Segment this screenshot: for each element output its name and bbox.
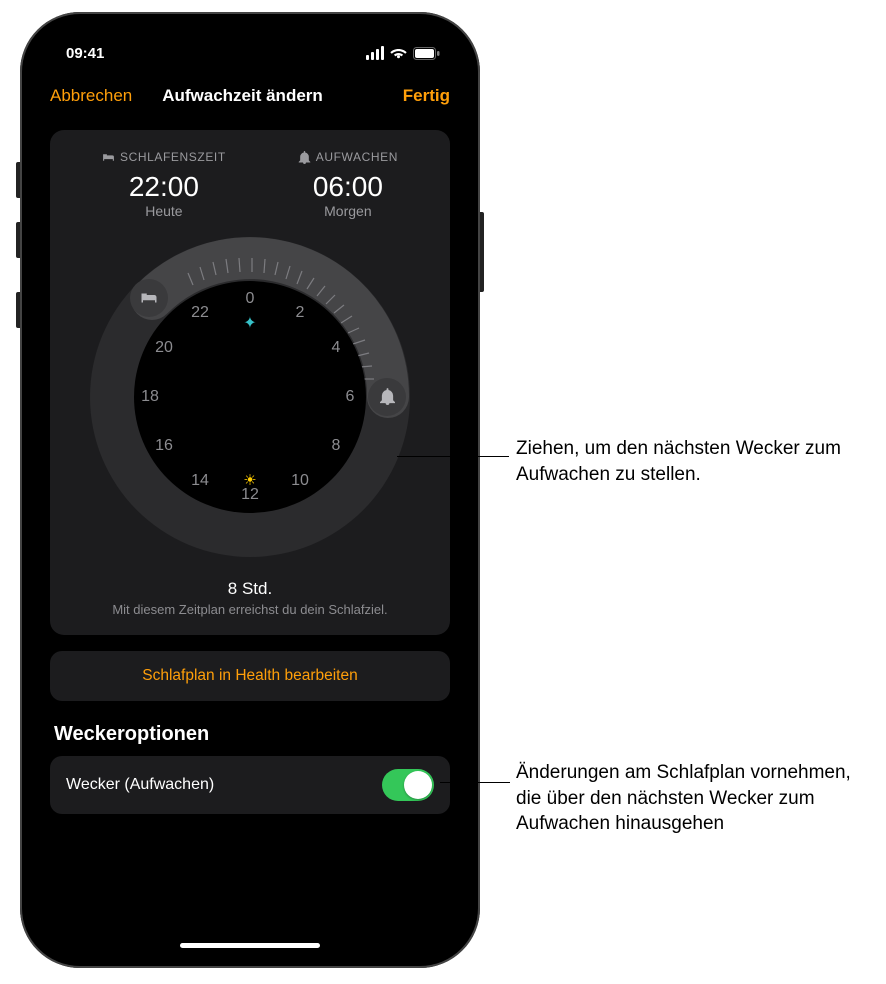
- hour-14: 14: [185, 472, 215, 490]
- status-time: 09:41: [66, 45, 104, 62]
- screen: 09:41 Abbrechen Aufwachzeit ändern Ferti…: [32, 24, 468, 956]
- schedule-card: SCHLAFENSZEIT 22:00 Heute AUFWACHEN 06:0…: [50, 130, 450, 635]
- bedtime-handle[interactable]: [130, 279, 168, 317]
- night-icon: ✦: [243, 313, 256, 333]
- wake-label: AUFWACHEN: [316, 150, 398, 164]
- callout-leader-2: [440, 782, 510, 783]
- wake-handle[interactable]: [368, 378, 406, 416]
- bedtime-block: SCHLAFENSZEIT 22:00 Heute: [102, 150, 226, 219]
- duration-hours: 8 Std.: [66, 579, 434, 599]
- notch: [155, 24, 345, 54]
- hour-18: 18: [135, 388, 165, 406]
- bell-icon: [298, 151, 311, 164]
- wake-block: AUFWACHEN 06:00 Morgen: [298, 150, 398, 219]
- bed-icon: [102, 151, 115, 164]
- hour-10: 10: [285, 472, 315, 490]
- hour-4: 4: [321, 339, 351, 357]
- options-header: Weckeroptionen: [54, 723, 446, 746]
- wifi-icon: [390, 47, 407, 59]
- duration-summary: 8 Std. Mit diesem Zeitplan erreichst du …: [66, 579, 434, 617]
- hour-20: 20: [149, 339, 179, 357]
- sleep-dial[interactable]: ✦ ☀ 0 2 4 6 8 10 12 14 16 18 20 22: [90, 237, 410, 557]
- wake-alarm-row: Wecker (Aufwachen): [50, 756, 450, 814]
- wake-alarm-toggle[interactable]: [382, 769, 434, 801]
- hour-8: 8: [321, 437, 351, 455]
- wake-value: 06:00: [298, 171, 398, 203]
- callout-leader-1: [397, 456, 509, 457]
- battery-icon: [413, 47, 440, 60]
- hour-0: 0: [235, 290, 265, 308]
- nav-bar: Abbrechen Aufwachzeit ändern Fertig: [32, 68, 468, 116]
- hour-12: 12: [235, 486, 265, 504]
- iphone-frame: 09:41 Abbrechen Aufwachzeit ändern Ferti…: [20, 12, 480, 968]
- wake-alarm-label: Wecker (Aufwachen): [66, 776, 214, 794]
- home-indicator[interactable]: [180, 943, 320, 948]
- bedtime-value: 22:00: [102, 171, 226, 203]
- nav-title: Aufwachzeit ändern: [162, 86, 323, 106]
- hour-16: 16: [149, 437, 179, 455]
- cancel-button[interactable]: Abbrechen: [50, 86, 132, 106]
- hour-6: 6: [335, 388, 365, 406]
- status-icons: [366, 46, 440, 60]
- callout-edit: Änderungen am Schlafplan vornehmen, die …: [516, 760, 856, 837]
- hour-22: 22: [185, 304, 215, 322]
- hour-2: 2: [285, 304, 315, 322]
- done-button[interactable]: Fertig: [403, 86, 450, 106]
- callout-drag: Ziehen, um den nächsten Wecker zum Aufwa…: [516, 436, 856, 487]
- bedtime-day: Heute: [102, 203, 226, 219]
- bedtime-label: SCHLAFENSZEIT: [120, 150, 226, 164]
- edit-health-button[interactable]: Schlafplan in Health bearbeiten: [50, 651, 450, 701]
- duration-message: Mit diesem Zeitplan erreichst du dein Sc…: [66, 602, 434, 617]
- cellular-icon: [366, 46, 384, 60]
- wake-day: Morgen: [298, 203, 398, 219]
